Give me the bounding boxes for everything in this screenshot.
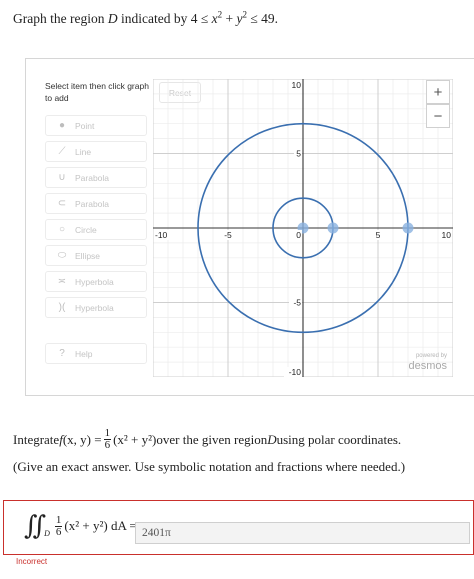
status-incorrect: Incorrect xyxy=(16,557,48,566)
graph-point xyxy=(327,222,339,234)
desmos-logo: desmos xyxy=(408,360,447,372)
y-tick-label: -10 xyxy=(289,367,302,377)
question-text: Graph the region D indicated by 4 ≤ x2 +… xyxy=(13,9,279,26)
x-tick-label: -10 xyxy=(155,230,168,240)
tool-point-button[interactable]: ● Point xyxy=(45,115,147,136)
integrate-text: Integrate f (x, y) = 16 (x² + y²) over th… xyxy=(13,427,402,451)
zoom-out-button[interactable]: − xyxy=(426,104,450,128)
tool-sideways-parabola-button[interactable]: ⊂ Parabola xyxy=(45,193,147,214)
line-icon: ⟋ xyxy=(58,146,66,157)
graph-widget: Select item then click graph to add Rese… xyxy=(25,58,474,396)
graph-canvas[interactable]: -10 -5 0 5 10 10 5 -5 -10 powered by desmos xyxy=(153,79,453,377)
hyperbola-icon: ≍ xyxy=(57,276,67,287)
ellipse-icon: ⬭ xyxy=(57,250,67,261)
answer-fraction: 16 xyxy=(54,513,63,538)
point-icon: ● xyxy=(58,120,66,131)
fraction: 16 xyxy=(103,427,112,451)
zoom-in-button[interactable]: + xyxy=(426,80,450,104)
powered-by-text: powered by xyxy=(416,353,447,359)
tool-hyperbola-button[interactable]: ≍ Hyperbola xyxy=(45,271,147,292)
parabola-icon: ∪ xyxy=(58,172,66,183)
instruction-text: Select item then click graph to add xyxy=(45,81,149,103)
help-icon: ? xyxy=(59,348,65,359)
x-tick-label: 5 xyxy=(376,230,381,240)
answer-input[interactable]: 2401π xyxy=(135,522,470,544)
sideways-parabola-icon: ⊂ xyxy=(57,198,67,209)
y-tick-label: 5 xyxy=(296,149,301,159)
sideways-hyperbola-icon: )( xyxy=(58,302,66,313)
tool-circle-button[interactable]: ○ Circle xyxy=(45,219,147,240)
tool-parabola-button[interactable]: ∪ Parabola xyxy=(45,167,147,188)
instruction-note: (Give an exact answer. Use symbolic nota… xyxy=(13,459,406,474)
y-tick-label: 10 xyxy=(292,80,302,90)
y-tick-label: -5 xyxy=(293,298,301,308)
help-button[interactable]: ? Help xyxy=(45,343,147,364)
graph-point xyxy=(402,222,414,234)
tool-ellipse-button[interactable]: ⬭ Ellipse xyxy=(45,245,147,266)
tool-sideways-hyperbola-button[interactable]: )(Hyperbola xyxy=(45,297,147,318)
x-tick-label: -5 xyxy=(224,230,232,240)
circle-icon: ○ xyxy=(58,224,66,235)
integral-expression: ∬ D 16 (x² + y²) dA = xyxy=(24,511,137,540)
x-tick-label: 0 xyxy=(296,230,301,240)
x-tick-label: 10 xyxy=(442,230,452,240)
tool-line-button[interactable]: ⟋ Line xyxy=(45,141,147,162)
double-integral-icon: ∬ xyxy=(24,511,47,540)
